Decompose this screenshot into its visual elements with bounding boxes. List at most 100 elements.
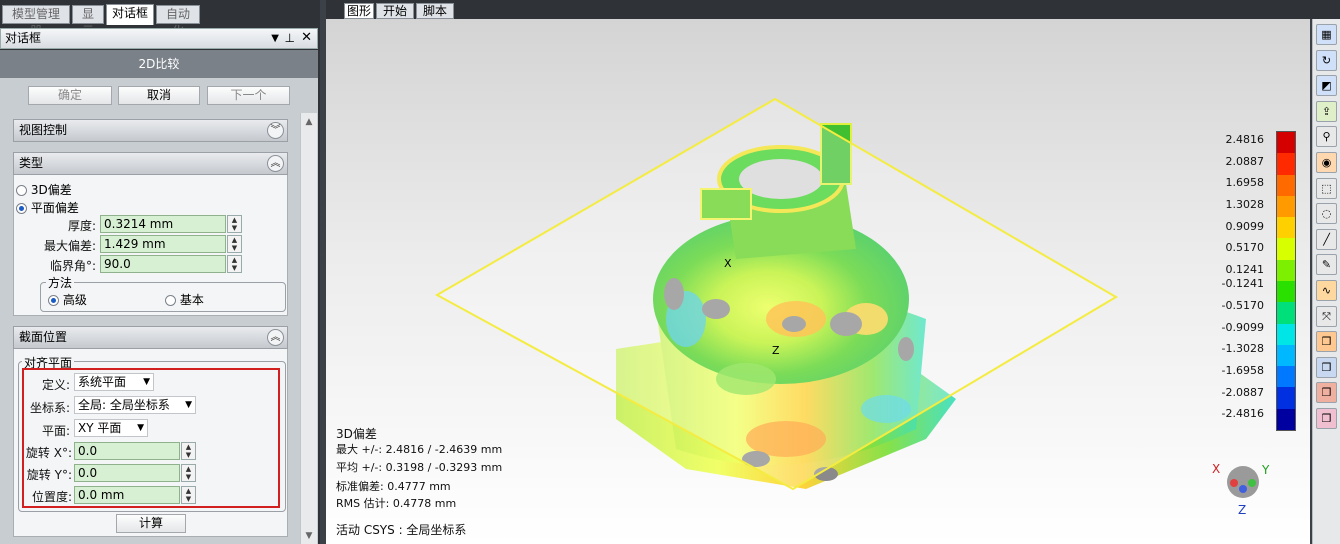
rotate-icon[interactable]: ↻ xyxy=(1316,49,1337,71)
radio-icon[interactable] xyxy=(16,203,27,214)
scroll-down-icon[interactable]: ▼ xyxy=(301,531,317,541)
triad-z-label: Z xyxy=(1238,503,1246,517)
critical-angle-label: 临界角°: xyxy=(49,259,96,273)
select-box-icon[interactable]: ⬚ xyxy=(1316,177,1337,199)
tab-dialog[interactable]: 对话框 xyxy=(106,4,154,25)
chevron-down-icon[interactable]: ▼ xyxy=(185,397,192,413)
pin-icon[interactable]: ⊥ xyxy=(285,29,295,48)
stats-max: 最大 +/-: 2.4816 / -2.4639 mm xyxy=(336,443,503,456)
chevron-up-icon[interactable]: ︽ xyxy=(267,329,284,346)
legend-label: -0.5170 xyxy=(1221,298,1264,312)
triad-x-label: X xyxy=(1212,462,1220,476)
thickness-spinner[interactable]: ▲ ▼ xyxy=(227,215,242,233)
chevron-down-icon[interactable]: ▼ xyxy=(137,420,144,436)
next-button[interactable]: 下一个 xyxy=(207,86,290,105)
legend-label: -1.3028 xyxy=(1221,342,1264,356)
csys-select[interactable]: 全局: 全局坐标系 ▼ xyxy=(74,396,196,414)
export-icon[interactable]: ⇪ xyxy=(1316,100,1337,122)
dialog-title: 2D比较 xyxy=(0,50,318,78)
radio-icon[interactable] xyxy=(48,295,59,306)
legend-label: -2.4816 xyxy=(1221,407,1264,421)
radio-icon[interactable] xyxy=(16,185,27,196)
close-icon[interactable]: ✕ xyxy=(301,28,312,47)
thickness-field[interactable]: 0.3214 mm xyxy=(100,215,226,233)
right-toolbar: ▦ ↻ ◩ ⇪ ⚲ ◉ ⬚ ◌ ╱ ✎ ∿ ⤧ ❒ ❒ ❒ ❒ xyxy=(1312,19,1340,544)
radio-plane-deviation[interactable]: 平面偏差 xyxy=(16,199,79,216)
plane-select[interactable]: XY 平面 ▼ xyxy=(74,419,148,437)
dialog-header: 对话框 ▼ ⊥ ✕ xyxy=(0,28,318,49)
shape-icon[interactable]: ∿ xyxy=(1316,280,1337,301)
legend-swatch xyxy=(1277,280,1295,303)
legend-label: 0.9099 xyxy=(1225,219,1265,233)
calculate-button[interactable]: 计算 xyxy=(116,514,186,533)
cube-blue-icon[interactable]: ❒ xyxy=(1316,356,1337,378)
dropdown-icon[interactable]: ▼ xyxy=(271,29,279,48)
model-axis-z: Z xyxy=(772,344,780,357)
chevron-down-icon[interactable]: ︾ xyxy=(267,122,284,139)
chevron-down-icon[interactable]: ▼ xyxy=(143,374,150,390)
rotate-x-spinner[interactable]: ▲ ▼ xyxy=(181,442,196,460)
chevron-up-icon[interactable]: ︽ xyxy=(267,155,284,172)
legend-label: 0.1241 xyxy=(1225,263,1265,277)
legend-swatch xyxy=(1277,344,1295,367)
lasso-icon[interactable]: ◌ xyxy=(1316,203,1337,225)
stats-avg: 平均 +/-: 0.3198 / -0.3293 mm xyxy=(336,461,503,474)
rotate-y-label: 旋转 Y°: xyxy=(26,468,72,482)
legend-swatch xyxy=(1277,259,1295,281)
cube-orange-icon[interactable]: ❒ xyxy=(1316,331,1337,353)
legend-swatch xyxy=(1277,302,1295,324)
stats-title: 3D偏差 xyxy=(336,427,377,441)
active-csys: 活动 CSYS : 全局坐标系 xyxy=(336,523,467,537)
position-spinner[interactable]: ▲ ▼ xyxy=(181,486,196,504)
section-label: 视图控制 xyxy=(19,123,68,137)
max-deviation-spinner[interactable]: ▲ ▼ xyxy=(227,235,242,253)
radio-basic[interactable]: 基本 xyxy=(165,291,204,308)
legend-label: 2.4816 xyxy=(1225,133,1265,146)
radio-3d-deviation[interactable]: 3D偏差 xyxy=(16,181,72,198)
cube-red-icon[interactable]: ❒ xyxy=(1316,382,1337,404)
csys-label: 坐标系: xyxy=(29,401,70,415)
scroll-up-icon[interactable]: ▲ xyxy=(301,117,317,127)
tab-graphics[interactable]: 图形 xyxy=(344,3,374,19)
radio-advanced[interactable]: 高级 xyxy=(48,291,87,308)
line-icon[interactable]: ╱ xyxy=(1316,228,1337,250)
view-cube-icon[interactable]: ▦ xyxy=(1316,24,1337,45)
position-field[interactable]: 0.0 mm xyxy=(74,486,180,504)
legend-swatch xyxy=(1277,174,1295,196)
max-deviation-label: 最大偏差: xyxy=(43,239,96,253)
tab-start[interactable]: 开始 xyxy=(376,3,414,19)
legend-label: 2.0887 xyxy=(1225,154,1265,168)
transform-icon[interactable]: ⤧ xyxy=(1316,305,1337,327)
critical-angle-field[interactable]: 90.0 xyxy=(100,255,226,273)
dialog-header-label: 对话框 xyxy=(5,31,42,45)
zoom-icon[interactable]: ⚲ xyxy=(1316,126,1337,148)
sphere-icon[interactable]: ◉ xyxy=(1316,152,1337,173)
scrollbar[interactable]: ▲ ▼ xyxy=(300,113,317,544)
view-tabs: 图形 开始 脚本 xyxy=(326,0,1340,19)
rotate-y-spinner[interactable]: ▲ ▼ xyxy=(181,464,196,482)
critical-angle-spinner[interactable]: ▲ ▼ xyxy=(227,255,242,273)
plane-icon[interactable]: ◩ xyxy=(1316,75,1337,97)
rotate-y-field[interactable]: 0.0 xyxy=(74,464,180,482)
section-type[interactable]: 类型 ︽ xyxy=(13,152,288,175)
stats-std: 标准偏差: 0.4777 mm xyxy=(336,480,451,493)
tab-model-manager[interactable]: 模型管理器 xyxy=(2,5,70,38)
section-position[interactable]: 截面位置 ︽ xyxy=(13,326,288,349)
ok-button[interactable]: 确定 xyxy=(28,86,112,105)
cancel-button[interactable]: 取消 xyxy=(118,86,200,105)
cube-pink-icon[interactable]: ❒ xyxy=(1316,408,1337,429)
radio-icon[interactable] xyxy=(165,295,176,306)
definition-select[interactable]: 系统平面 ▼ xyxy=(74,373,154,391)
model-axis-x: X xyxy=(724,257,732,270)
legend-label: 1.6958 xyxy=(1225,176,1265,190)
rotate-x-field[interactable]: 0.0 xyxy=(74,442,180,460)
section-view-control[interactable]: 视图控制 ︾ xyxy=(13,119,288,142)
tab-automation[interactable]: 自动化 xyxy=(156,5,200,38)
select-value: XY 平面 xyxy=(78,421,122,435)
graphics-viewport[interactable]: X Z X Y Z 2.4816 2.0887 1.6958 1.3028 0.9099… xyxy=(326,19,1310,544)
radio-label: 高级 xyxy=(62,293,87,307)
tab-display[interactable]: 显示 xyxy=(72,5,104,38)
tab-script[interactable]: 脚本 xyxy=(416,3,454,19)
brush-icon[interactable]: ✎ xyxy=(1316,254,1337,276)
max-deviation-field[interactable]: 1.429 mm xyxy=(100,235,226,253)
